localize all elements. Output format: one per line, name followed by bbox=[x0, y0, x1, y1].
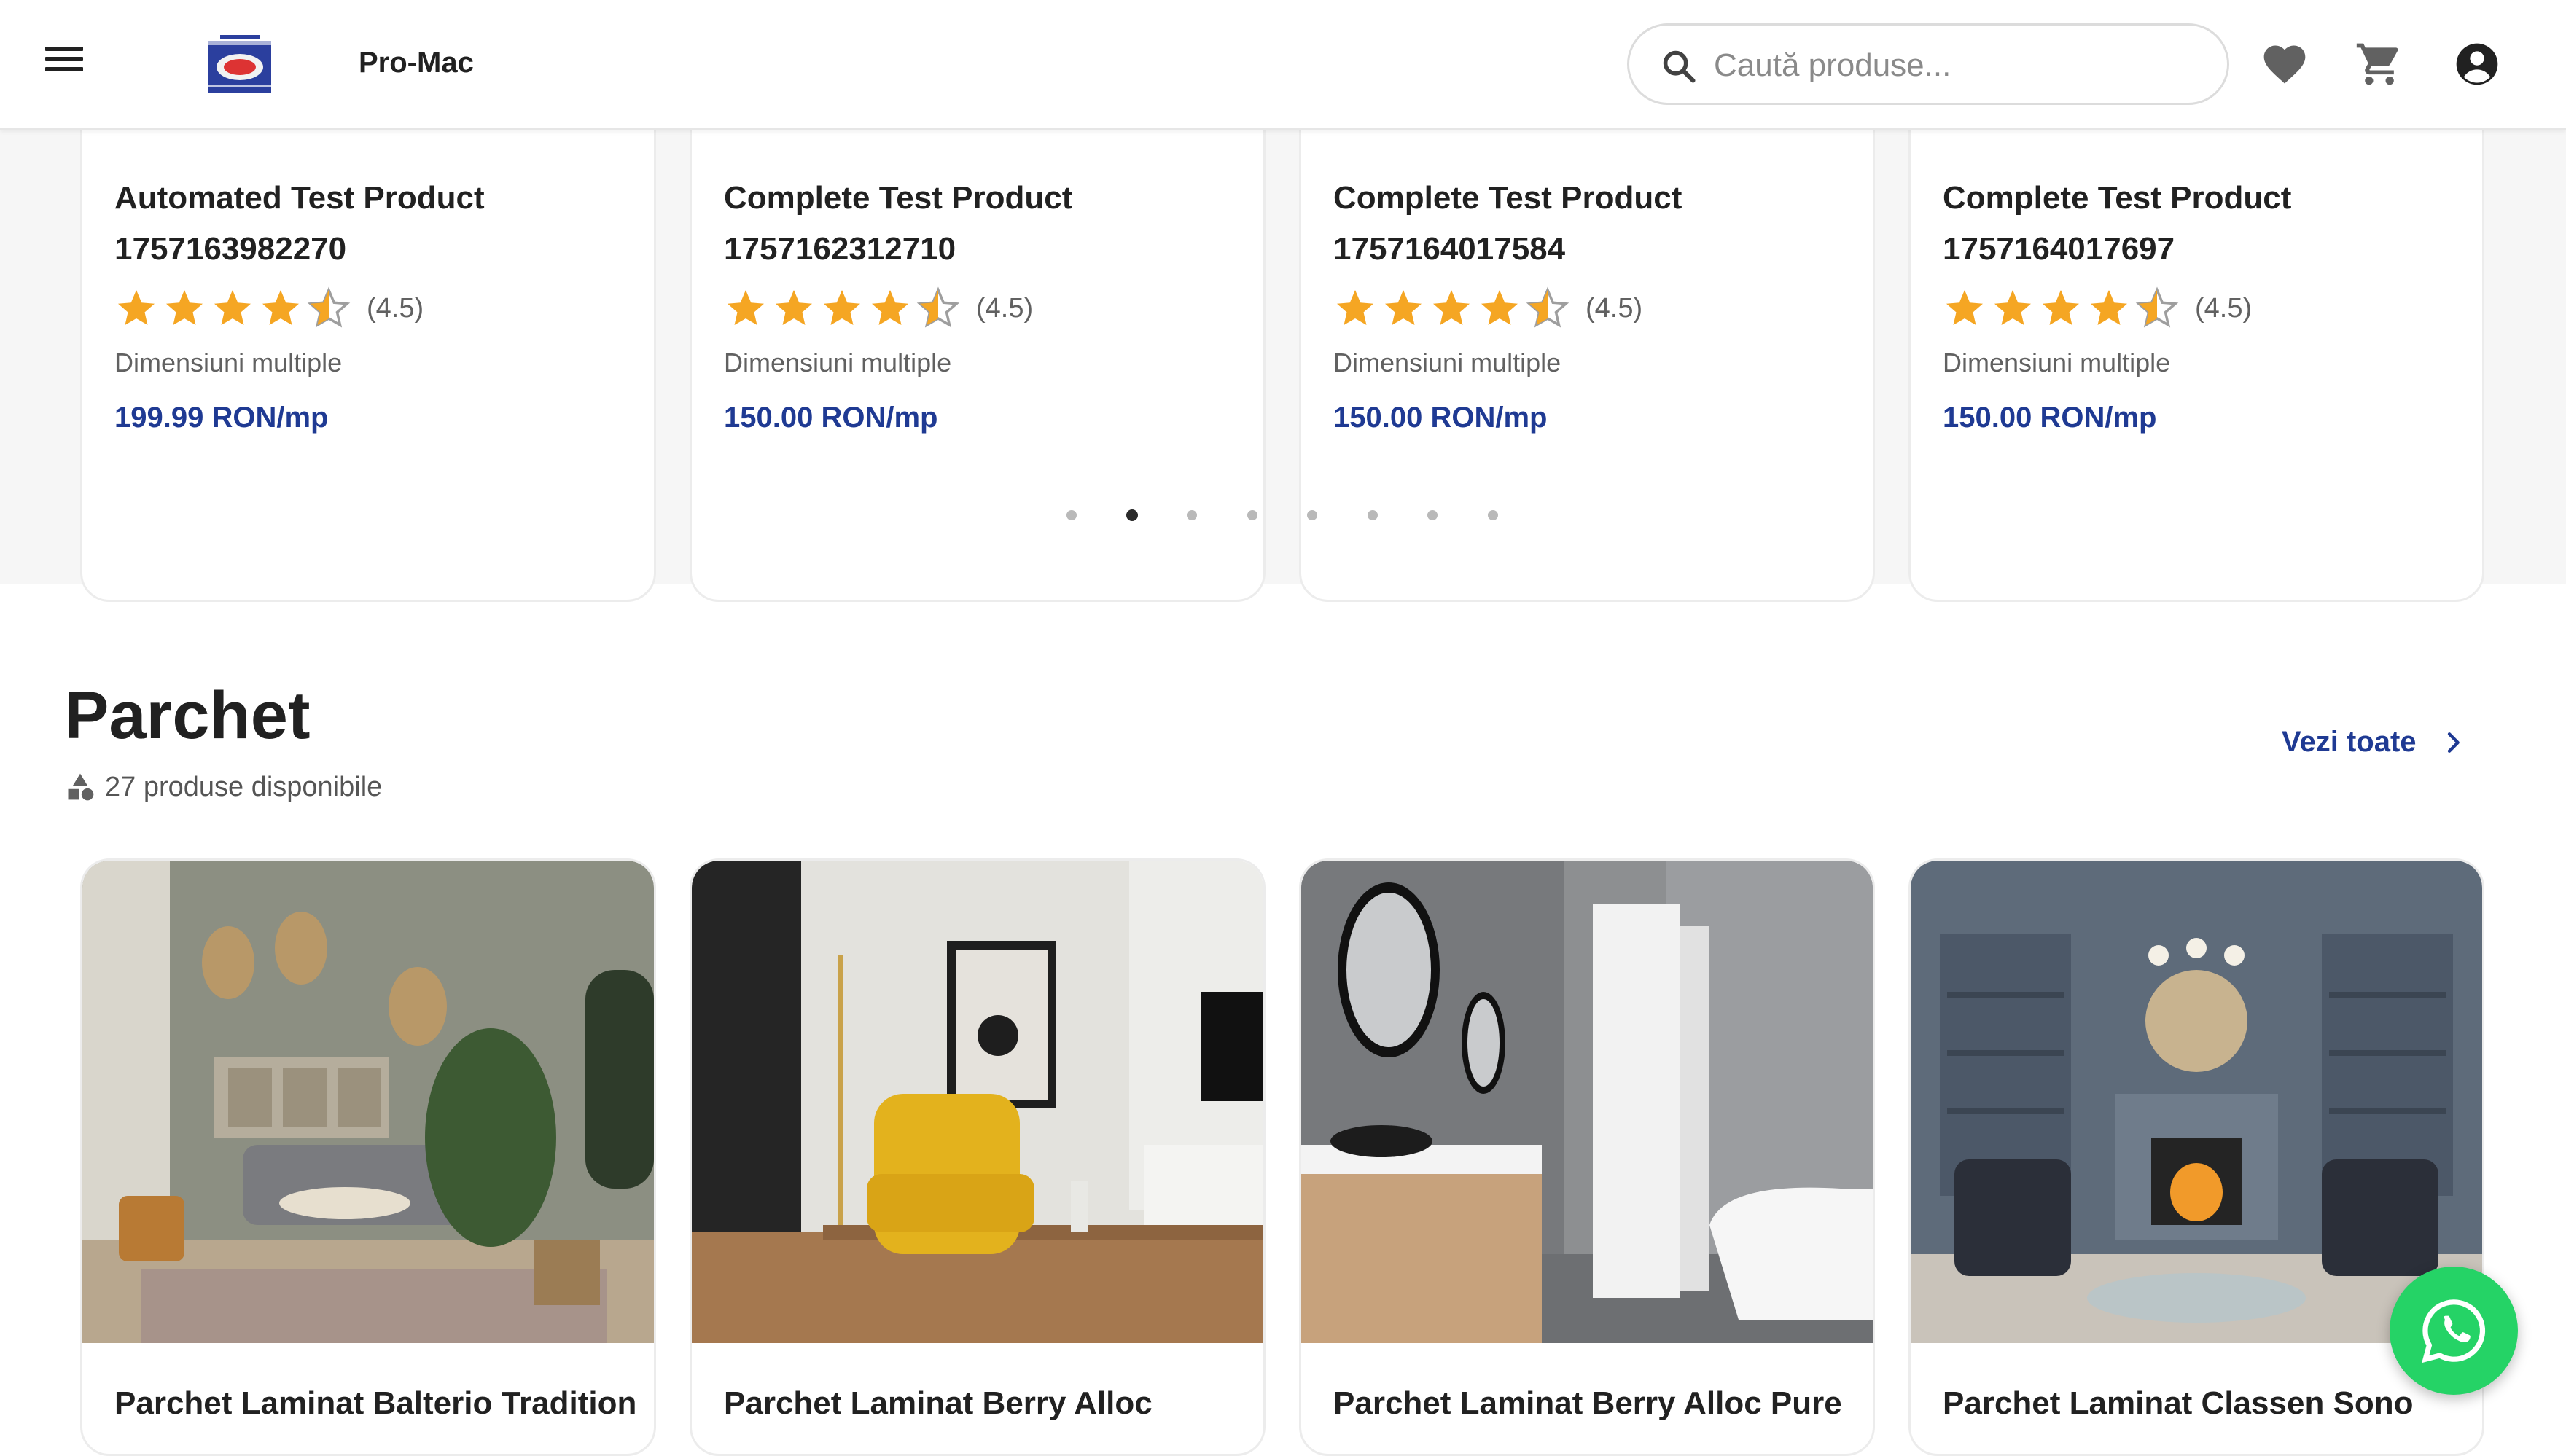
star-rating: (4.5) bbox=[1333, 286, 1642, 330]
search-bar[interactable] bbox=[1627, 23, 2229, 105]
star-full-icon bbox=[262, 290, 299, 325]
rating-value: (4.5) bbox=[2195, 292, 2253, 324]
product-price: 150.00 RON/mp bbox=[1943, 402, 2157, 434]
see-all-label: Vezi toate bbox=[2282, 726, 2417, 758]
category-title: Parchet bbox=[64, 678, 311, 753]
product-card[interactable]: Parchet Laminat Classen Sono bbox=[1908, 858, 2484, 1456]
whatsapp-button[interactable] bbox=[2390, 1267, 2518, 1395]
product-card[interactable]: Automated Test Product 1757163982270 (4.… bbox=[80, 99, 656, 602]
star-rating: (4.5) bbox=[114, 286, 424, 330]
menu-icon[interactable] bbox=[38, 41, 90, 87]
product-price: 199.99 RON/mp bbox=[114, 402, 329, 434]
star-rating: (4.5) bbox=[724, 286, 1033, 330]
product-name: Parchet Laminat Classen Sono bbox=[1943, 1385, 2414, 1421]
carousel-dot[interactable] bbox=[1066, 510, 1077, 520]
star-full-icon bbox=[824, 290, 860, 325]
star-full-icon bbox=[1946, 290, 1983, 325]
star-full-icon bbox=[776, 290, 812, 325]
product-name: Complete Test Product bbox=[1333, 180, 1682, 216]
carousel-dot[interactable] bbox=[1427, 510, 1438, 520]
product-price: 150.00 RON/mp bbox=[724, 402, 938, 434]
carousel-pagination bbox=[0, 509, 2566, 525]
star-full-icon bbox=[118, 290, 155, 325]
whatsapp-icon bbox=[2422, 1299, 2486, 1363]
category-count: 27 produse disponibile bbox=[64, 771, 382, 803]
cart-icon[interactable] bbox=[2355, 39, 2404, 89]
star-rating: (4.5) bbox=[1943, 286, 2252, 330]
carousel-dot[interactable] bbox=[1368, 510, 1378, 520]
product-dimensions: Dimensiuni multiple bbox=[114, 348, 343, 377]
star-half-icon bbox=[307, 286, 351, 328]
category-icon bbox=[68, 773, 94, 801]
product-image[interactable] bbox=[1301, 861, 1873, 1343]
rating-value: (4.5) bbox=[1586, 292, 1643, 324]
heart-icon[interactable] bbox=[2260, 39, 2309, 89]
brand-name[interactable]: Pro-Mac bbox=[359, 47, 474, 79]
product-card[interactable]: Complete Test Product 1757162312710 (4.5… bbox=[690, 99, 1266, 602]
carousel-dot-active[interactable] bbox=[1126, 509, 1138, 521]
product-image[interactable] bbox=[82, 861, 654, 1343]
star-full-icon bbox=[1994, 290, 2031, 325]
chevron-right-icon bbox=[2447, 732, 2460, 753]
star-full-icon bbox=[2043, 290, 2079, 325]
star-half-icon bbox=[2135, 286, 2179, 328]
star-full-icon bbox=[214, 290, 251, 325]
category-count-text: 27 produse disponibile bbox=[105, 771, 383, 802]
product-dimensions: Dimensiuni multiple bbox=[1943, 348, 2171, 377]
product-name: Complete Test Product bbox=[1943, 180, 2292, 216]
product-code: 1757164017697 bbox=[1943, 231, 2175, 267]
search-input[interactable] bbox=[1712, 42, 2211, 90]
featured-products-carousel: Automated Test Product 1757163982270 (4.… bbox=[0, 99, 2566, 602]
product-image[interactable] bbox=[692, 861, 1263, 1343]
star-full-icon bbox=[2091, 290, 2127, 325]
product-name: Complete Test Product bbox=[724, 180, 1073, 216]
product-image[interactable] bbox=[1911, 861, 2482, 1343]
star-full-icon bbox=[728, 290, 764, 325]
product-card[interactable]: Complete Test Product 1757164017697 (4.5… bbox=[1908, 99, 2484, 602]
top-app-bar: Pro-Mac bbox=[0, 0, 2566, 130]
star-full-icon bbox=[166, 290, 203, 325]
product-name: Parchet Laminat Berry Alloc bbox=[724, 1385, 1153, 1421]
pro-mac-logo[interactable] bbox=[206, 34, 274, 95]
carousel-dot[interactable] bbox=[1307, 510, 1317, 520]
product-code: 1757164017584 bbox=[1333, 231, 1566, 267]
carousel-dot[interactable] bbox=[1187, 510, 1197, 520]
carousel-dot[interactable] bbox=[1488, 510, 1498, 520]
product-code: 1757162312710 bbox=[724, 231, 956, 267]
star-full-icon bbox=[1433, 290, 1470, 325]
star-full-icon bbox=[1337, 290, 1373, 325]
star-full-icon bbox=[1481, 290, 1518, 325]
product-name: Parchet Laminat Balterio Tradition bbox=[114, 1385, 637, 1421]
carousel-dot[interactable] bbox=[1247, 510, 1257, 520]
search-icon bbox=[1663, 50, 1696, 83]
rating-value: (4.5) bbox=[367, 292, 424, 324]
star-full-icon bbox=[872, 290, 908, 325]
product-card[interactable]: Parchet Laminat Berry Alloc bbox=[690, 858, 1266, 1456]
product-dimensions: Dimensiuni multiple bbox=[1333, 348, 1561, 377]
product-card[interactable]: Parchet Laminat Balterio Tradition bbox=[80, 858, 656, 1456]
star-half-icon bbox=[916, 286, 960, 328]
star-full-icon bbox=[1385, 290, 1422, 325]
product-price: 150.00 RON/mp bbox=[1333, 402, 1548, 434]
product-code: 1757163982270 bbox=[114, 231, 347, 267]
product-name: Parchet Laminat Berry Alloc Pure bbox=[1333, 1385, 1842, 1421]
account-icon[interactable] bbox=[2452, 39, 2502, 89]
product-card[interactable]: Parchet Laminat Berry Alloc Pure bbox=[1299, 858, 1875, 1456]
product-dimensions: Dimensiuni multiple bbox=[724, 348, 952, 377]
product-name: Automated Test Product bbox=[114, 180, 485, 216]
star-half-icon bbox=[1526, 286, 1569, 328]
rating-value: (4.5) bbox=[976, 292, 1034, 324]
see-all-link[interactable]: Vezi toate bbox=[2282, 726, 2468, 759]
product-card[interactable]: Complete Test Product 1757164017584 (4.5… bbox=[1299, 99, 1875, 602]
